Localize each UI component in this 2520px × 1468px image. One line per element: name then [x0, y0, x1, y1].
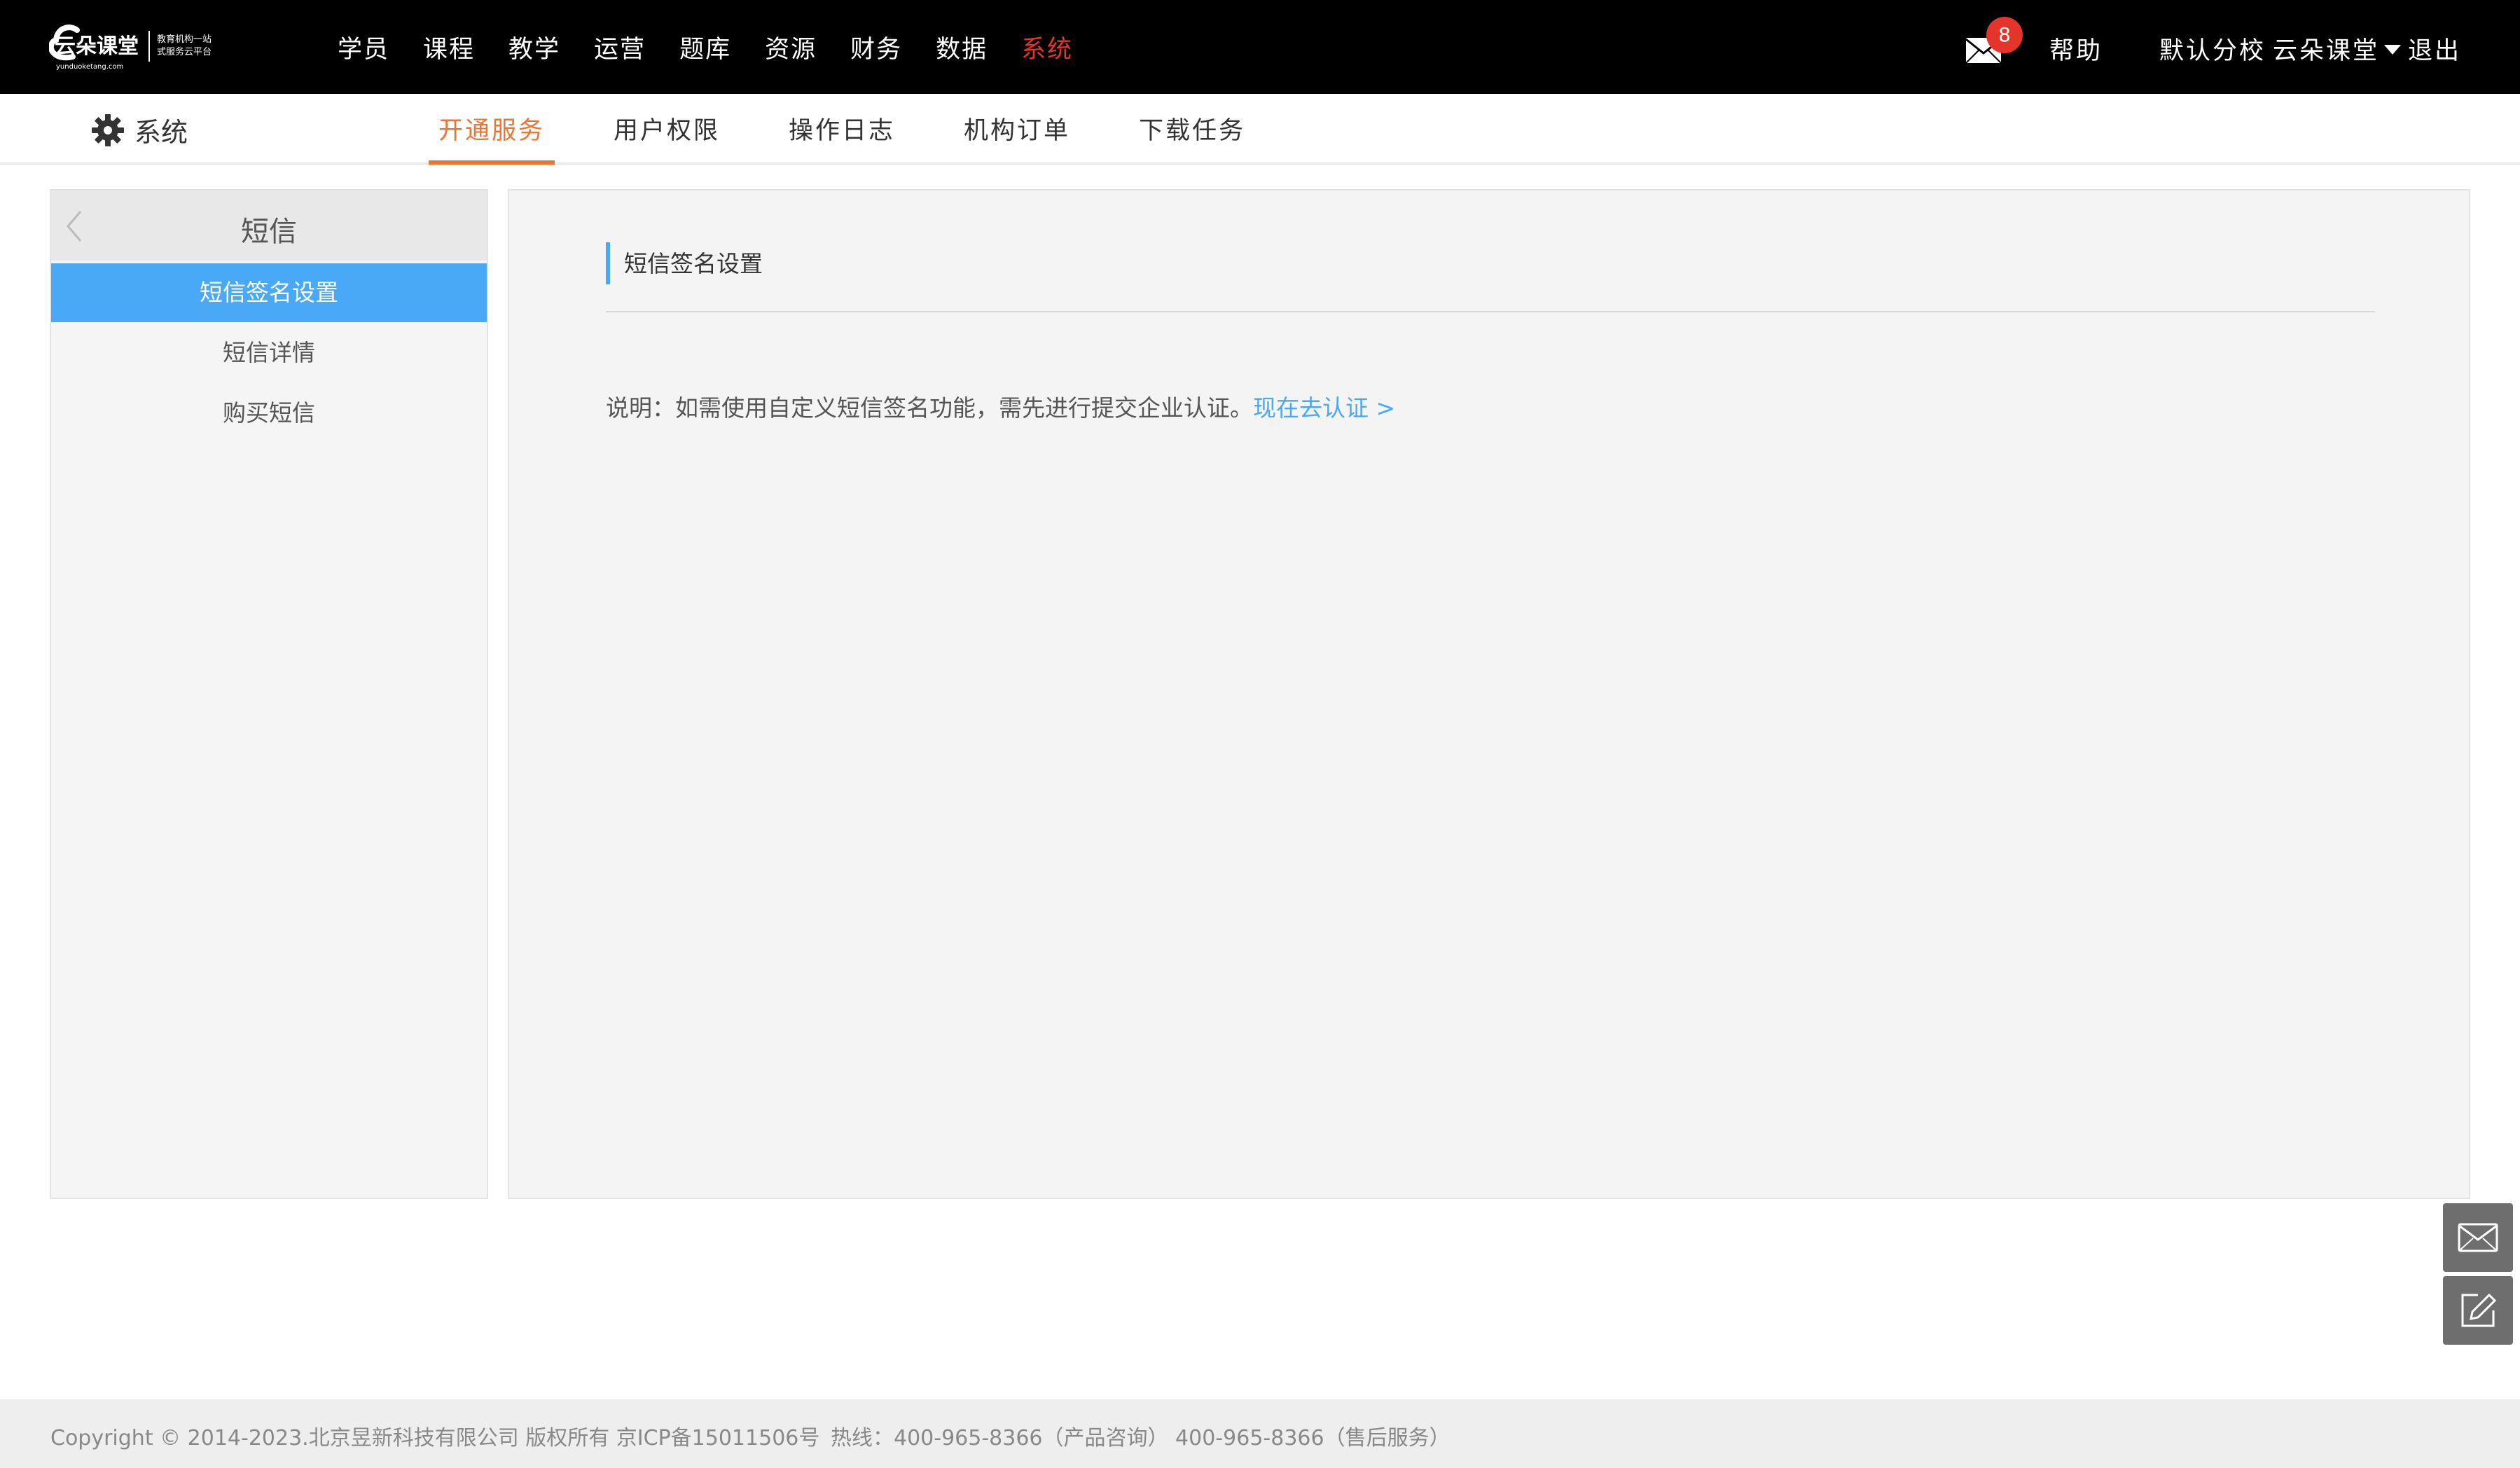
tab-open-services[interactable]: 开通服务	[429, 94, 555, 165]
instruction-text: 说明：如需使用自定义短信签名功能，需先进行提交企业认证。现在去认证 >	[606, 389, 1395, 423]
sidebar: 短信 短信签名设置 短信详情 购买短信	[50, 189, 488, 1199]
page-title: 短信签名设置	[624, 250, 763, 277]
tab-user-permissions[interactable]: 用户权限	[604, 94, 730, 145]
nav-item-data[interactable]: 数据	[936, 29, 988, 65]
logo-slogan-line2: 式服务云平台	[157, 47, 212, 57]
footer: Copyright © 2014-2023.北京昱新科技有限公司 版权所有 京I…	[0, 1399, 2520, 1468]
mail-count-badge: 8	[1986, 17, 2023, 53]
edit-icon	[2461, 1293, 2497, 1327]
sub-navbar: 系统 开通服务 用户权限 操作日志 机构订单 下载任务	[0, 94, 2520, 165]
nav-item-finance[interactable]: 财务	[850, 29, 902, 65]
campus-label: 默认分校	[2159, 37, 2266, 65]
nav-item-operations[interactable]: 运营	[594, 29, 646, 65]
logo-domain: yunduoketang.com	[56, 63, 124, 71]
mail-icon	[2458, 1223, 2498, 1252]
note-text: 说明：如需使用自定义短信签名功能，需先进行提交企业认证。	[606, 394, 1253, 422]
chevron-down-icon[interactable]	[2384, 45, 2401, 55]
help-link[interactable]: 帮助	[2049, 31, 2103, 67]
feedback-mail-button[interactable]	[2443, 1203, 2513, 1272]
section-title: 系统	[134, 117, 188, 148]
section-heading: 系统	[91, 111, 188, 149]
sub-tabs: 开通服务 用户权限 操作日志 机构订单 下载任务	[429, 94, 1304, 165]
nav-item-teaching[interactable]: 教学	[508, 29, 560, 65]
logo-name: 云朵课堂	[55, 34, 139, 59]
edit-note-button[interactable]	[2443, 1276, 2513, 1345]
sidebar-item-sms-signature[interactable]: 短信签名设置	[51, 263, 487, 322]
logo-slogan: 教育机构一站 式服务云平台	[157, 34, 227, 59]
hotline-text: 热线：400-965-8366（产品咨询） 400-965-8366（售后服务）	[831, 1426, 1451, 1450]
logo-slogan-line1: 教育机构一站	[157, 34, 212, 45]
sidebar-item-sms-details[interactable]: 短信详情	[51, 324, 487, 382]
divider	[606, 311, 2375, 312]
sidebar-title: 短信	[241, 216, 297, 248]
nav-item-courses[interactable]: 课程	[423, 29, 475, 65]
copyright-text: Copyright © 2014-2023.北京昱新科技有限公司 版权所有 京I…	[50, 1426, 820, 1450]
tab-org-orders[interactable]: 机构订单	[954, 94, 1080, 145]
logout-link[interactable]: 退出	[2408, 31, 2461, 67]
nav-item-question-bank[interactable]: 题库	[679, 29, 731, 65]
main-content: 短信签名设置 说明：如需使用自定义短信签名功能，需先进行提交企业认证。现在去认证…	[508, 189, 2470, 1199]
top-navbar: 云朵课堂 教育机构一站 式服务云平台 yunduoketang.com 学员 课…	[0, 0, 2520, 94]
logo[interactable]: 云朵课堂 教育机构一站 式服务云平台 yunduoketang.com	[49, 18, 227, 74]
user-menu[interactable]: 云朵课堂	[2273, 31, 2379, 67]
nav-item-system[interactable]: 系统	[1021, 29, 1073, 65]
tab-download-tasks[interactable]: 下载任务	[1129, 94, 1255, 145]
main-nav: 学员 课程 教学 运营 题库 资源 财务 数据 系统	[338, 0, 1107, 94]
gear-icon	[92, 113, 124, 146]
title-accent-bar	[606, 242, 610, 284]
verify-now-link[interactable]: 现在去认证 >	[1253, 394, 1395, 422]
logo-separator	[148, 31, 150, 62]
tab-operation-log[interactable]: 操作日志	[779, 94, 905, 145]
sidebar-item-buy-sms[interactable]: 购买短信	[51, 384, 487, 443]
nav-item-students[interactable]: 学员	[338, 29, 389, 65]
sidebar-header: 短信	[51, 191, 487, 261]
nav-item-resources[interactable]: 资源	[765, 29, 817, 65]
